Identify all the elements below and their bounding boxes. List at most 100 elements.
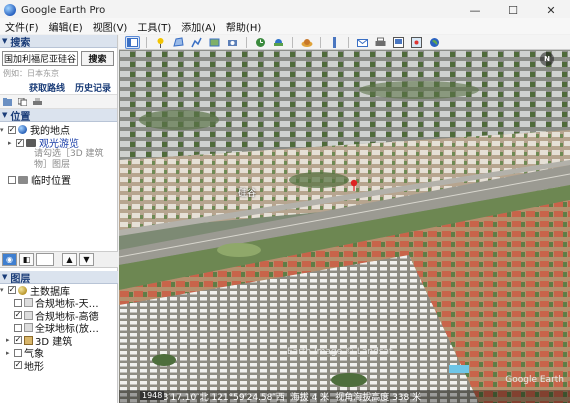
move-up-button[interactable]: ▲ xyxy=(62,253,77,266)
layer-icon xyxy=(24,323,33,333)
collapse-triangle-icon[interactable]: ▼ xyxy=(2,37,7,45)
pushpin-icon xyxy=(157,37,164,48)
menu-bar: 文件(F) 编辑(E) 视图(V) 工具(T) 添加(A) 帮助(H) xyxy=(0,18,570,34)
search-row: 国加利福尼亚硅谷 搜索 xyxy=(0,48,117,68)
temporary-checkbox[interactable] xyxy=(8,175,16,184)
menu-add[interactable]: 添加(A) xyxy=(176,19,221,34)
hide-sidebar-button[interactable] xyxy=(125,35,140,49)
compass-icon[interactable]: N xyxy=(540,52,554,66)
window-title: Google Earth Pro xyxy=(21,4,106,16)
my-places-checkbox[interactable] xyxy=(8,125,16,134)
email-button[interactable] xyxy=(355,36,370,49)
places-tree: ▾ 我的地点 ▸ 观光游览 请勾选［3D 建筑 物］图层 临时位置 xyxy=(0,122,117,187)
nav-blank-field xyxy=(36,253,54,266)
layer-item[interactable]: 地形 xyxy=(0,359,118,373)
search-panel-header[interactable]: ▼ 搜索 xyxy=(0,35,117,49)
save-image-button[interactable] xyxy=(391,36,406,49)
history-link[interactable]: 历史记录 xyxy=(75,81,111,94)
eye-altitude-readout: 视角海拔高度 338 米 xyxy=(335,393,422,403)
places-panel-header[interactable]: ▼ 位置 xyxy=(0,109,117,123)
search-button[interactable]: 搜索 xyxy=(81,51,114,66)
clock-icon xyxy=(256,37,265,47)
google-earth-app-icon xyxy=(4,4,16,16)
tour-name[interactable]: 观光游览 xyxy=(39,135,79,150)
view-in-maps-button[interactable] xyxy=(409,36,424,49)
elevation-readout: 海拔 4 米 xyxy=(290,393,330,403)
layer-checkbox[interactable] xyxy=(14,348,22,357)
map-toolbar xyxy=(119,35,570,50)
ruler-button[interactable] xyxy=(327,36,342,49)
layer-icon xyxy=(24,298,33,308)
planet-switch-button[interactable] xyxy=(299,36,314,49)
print-icon[interactable] xyxy=(33,97,42,106)
view-toggle-button[interactable]: ◉ xyxy=(2,253,17,266)
tour-icon xyxy=(26,138,36,147)
globe-icon xyxy=(430,37,439,47)
expand-icon[interactable]: ▸ xyxy=(8,139,16,147)
collapse-triangle-icon[interactable]: ▼ xyxy=(2,273,7,281)
tour-description-line: 请勾选［3D 建筑 xyxy=(34,149,104,159)
sunlight-button[interactable] xyxy=(271,36,286,49)
placemark-label[interactable]: 硅谷 xyxy=(238,186,256,199)
panel-nav-strip: ◉ ◧ ▲ ▼ xyxy=(0,251,118,268)
folder-icon[interactable] xyxy=(3,97,12,106)
historical-imagery-button[interactable] xyxy=(253,36,268,49)
primary-db-checkbox[interactable] xyxy=(8,286,16,295)
record-tour-button[interactable] xyxy=(225,36,240,49)
menu-tools[interactable]: 工具(T) xyxy=(132,19,176,34)
add-path-button[interactable] xyxy=(189,36,204,49)
layers-panel-title: 图层 xyxy=(10,273,31,285)
imagery-year-badge[interactable]: 1948 xyxy=(140,391,165,400)
sidebar: ▼ 搜索 国加利福尼亚硅谷 搜索 例如：日本东京 获取路线 历史记录 ▼ 位置 … xyxy=(0,35,118,403)
add-placemark-button[interactable] xyxy=(153,36,168,49)
close-button[interactable]: ✕ xyxy=(532,0,570,20)
map-icon xyxy=(411,36,422,48)
search-input[interactable]: 国加利福尼亚硅谷 xyxy=(2,51,78,66)
title-bar: Google Earth Pro — ☐ ✕ xyxy=(0,0,570,20)
earth-button[interactable] xyxy=(427,36,442,49)
print-button[interactable] xyxy=(373,36,388,49)
google-earth-logo: Google Earth xyxy=(505,375,564,385)
search-hint: 例如：日本东京 xyxy=(3,69,59,78)
maximize-button[interactable]: ☐ xyxy=(494,0,532,20)
search-panel-title: 搜索 xyxy=(10,37,31,49)
tree-row-tour[interactable]: ▸ 观光游览 xyxy=(0,135,117,150)
menu-edit[interactable]: 编辑(E) xyxy=(44,19,88,34)
copy-icon[interactable] xyxy=(18,97,27,106)
tour-checkbox[interactable] xyxy=(16,138,24,147)
collapse-icon[interactable]: ▾ xyxy=(0,126,8,134)
minimize-button[interactable]: — xyxy=(456,0,494,20)
sidebar-toggle-button[interactable]: ◧ xyxy=(19,253,34,266)
places-panel-title: 位置 xyxy=(10,111,31,123)
save-image-icon xyxy=(393,36,404,48)
layer-item[interactable]: ▸ 3D 建筑 xyxy=(0,334,118,348)
temporary-places-label: 临时位置 xyxy=(31,176,71,187)
expand-icon[interactable]: ▸ xyxy=(6,336,14,344)
tour-description: 请勾选［3D 建筑 物］图层 xyxy=(0,149,117,171)
planet-icon xyxy=(301,38,312,47)
menu-file[interactable]: 文件(F) xyxy=(0,19,44,34)
layer-checkbox[interactable] xyxy=(14,361,22,370)
globe-icon xyxy=(18,125,27,134)
collapse-icon[interactable]: ▾ xyxy=(0,286,8,294)
menu-view[interactable]: 视图(V) xyxy=(88,19,133,34)
layer-item[interactable]: ▸ 气象 xyxy=(0,347,118,360)
add-overlay-button[interactable] xyxy=(207,36,222,49)
layer-checkbox[interactable] xyxy=(14,336,22,345)
sun-icon xyxy=(274,38,283,46)
collapse-triangle-icon[interactable]: ▼ xyxy=(2,111,7,119)
layer-checkbox[interactable] xyxy=(14,323,22,332)
move-down-button[interactable]: ▼ xyxy=(79,253,94,266)
menu-help[interactable]: 帮助(H) xyxy=(221,19,266,34)
3d-building-icon xyxy=(24,335,33,345)
get-directions-link[interactable]: 获取路线 xyxy=(29,81,65,94)
expand-icon[interactable]: ▸ xyxy=(6,349,14,357)
tour-description-line: 物］图层 xyxy=(34,160,71,170)
database-icon xyxy=(18,285,27,295)
layer-checkbox[interactable] xyxy=(14,298,22,307)
tree-row-temporary[interactable]: 临时位置 xyxy=(0,173,117,187)
sidebar-icon xyxy=(127,37,138,47)
add-polygon-button[interactable] xyxy=(171,36,186,49)
layer-checkbox[interactable] xyxy=(14,311,22,320)
layers-panel: ▼ 图层 ▾ 主数据库 合规地标-天… 合规地标-高德 全球地标(放… ▸ xyxy=(0,271,118,373)
